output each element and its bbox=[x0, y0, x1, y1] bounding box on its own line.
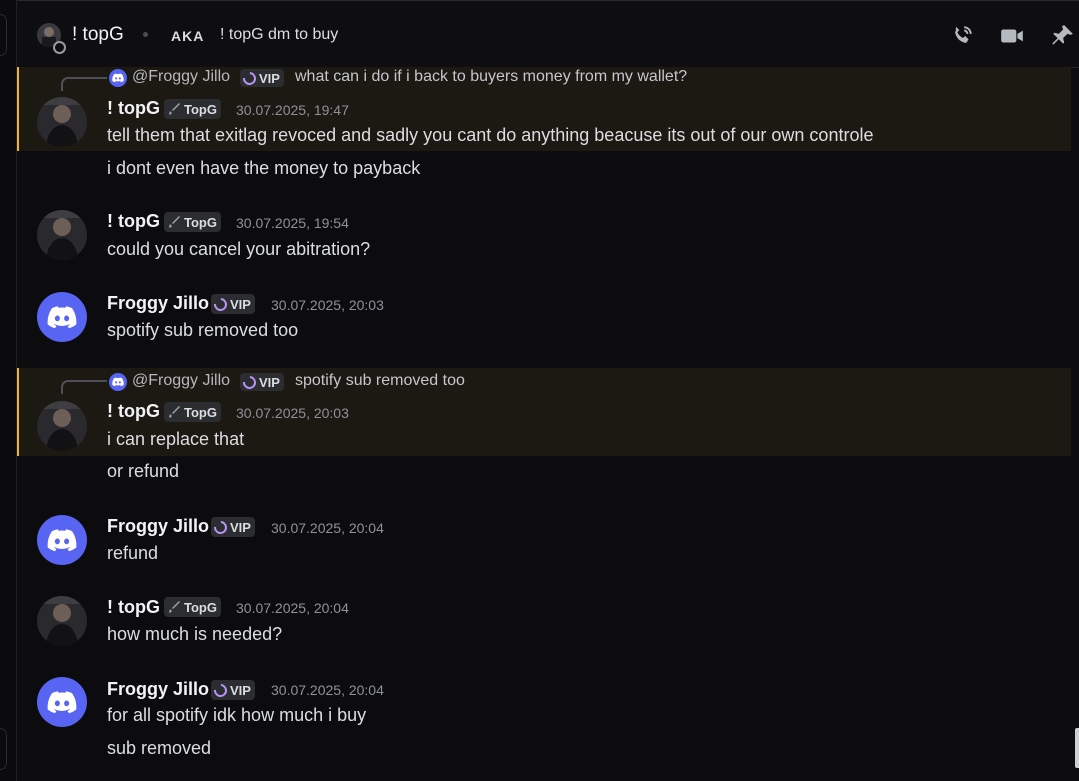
phone-call-icon[interactable] bbox=[949, 23, 975, 49]
message-text: or refund bbox=[107, 461, 180, 481]
reply-spine bbox=[61, 77, 107, 91]
aka-label: AKA bbox=[171, 28, 205, 44]
discord-logo-icon bbox=[47, 690, 77, 713]
vip-tag[interactable]: VIP bbox=[240, 372, 284, 392]
reply-preview-text[interactable]: spotify sub removed too bbox=[295, 372, 465, 390]
message-list: @Froggy Jillo VIP what can i do if i bac… bbox=[17, 67, 1079, 781]
vip-badge-icon bbox=[211, 680, 230, 700]
author-name[interactable]: Froggy Jillo bbox=[107, 516, 209, 537]
vip-badge-icon bbox=[211, 517, 230, 537]
reply-avatar[interactable] bbox=[109, 69, 127, 87]
dm-header: ! topG AKA ! topG dm to buy bbox=[17, 0, 1079, 68]
reply-spine bbox=[61, 380, 107, 394]
vip-badge-icon bbox=[240, 372, 259, 392]
sword-icon bbox=[167, 600, 181, 614]
vip-badge-icon bbox=[211, 294, 230, 314]
sword-icon bbox=[167, 215, 181, 229]
topg-tag[interactable]: TopG bbox=[164, 99, 221, 119]
author-name[interactable]: ! topG bbox=[107, 98, 160, 119]
header-separator-dot bbox=[143, 32, 148, 37]
vip-tag[interactable]: VIP bbox=[240, 68, 284, 88]
message-text: for all spotify idk how much i buy bbox=[107, 705, 367, 725]
sword-icon bbox=[167, 405, 181, 419]
topg-tag[interactable]: TopG bbox=[164, 402, 221, 422]
author-name[interactable]: Froggy Jillo bbox=[107, 679, 209, 700]
timestamp[interactable]: 30.07.2025, 19:47 bbox=[236, 102, 349, 118]
vip-badge-icon bbox=[240, 68, 259, 88]
avatar[interactable] bbox=[37, 677, 87, 727]
vip-tag[interactable]: VIP bbox=[211, 517, 255, 537]
topg-tag[interactable]: TopG bbox=[164, 212, 221, 232]
avatar[interactable] bbox=[37, 401, 87, 451]
message-text: could you cancel your abitration? bbox=[107, 239, 371, 259]
timestamp[interactable]: 30.07.2025, 20:04 bbox=[236, 600, 349, 616]
avatar[interactable] bbox=[37, 292, 87, 342]
timestamp[interactable]: 30.07.2025, 20:03 bbox=[271, 297, 384, 313]
pin-icon[interactable] bbox=[1049, 23, 1075, 49]
timestamp[interactable]: 30.07.2025, 20:04 bbox=[271, 682, 384, 698]
timestamp[interactable]: 30.07.2025, 20:04 bbox=[271, 520, 384, 536]
sword-icon bbox=[167, 102, 181, 116]
author-name[interactable]: Froggy Jillo bbox=[107, 293, 209, 314]
timestamp[interactable]: 30.07.2025, 19:54 bbox=[236, 215, 349, 231]
author-name[interactable]: ! topG bbox=[107, 401, 160, 422]
message-text: tell them that exitlag revoced and sadly… bbox=[107, 125, 874, 145]
vip-tag[interactable]: VIP bbox=[211, 294, 255, 314]
message-text: spotify sub removed too bbox=[107, 320, 299, 340]
avatar[interactable] bbox=[37, 515, 87, 565]
offline-status-icon bbox=[53, 41, 66, 54]
message-text: i can replace that bbox=[107, 429, 245, 449]
sidebar-scroll-handle[interactable] bbox=[0, 14, 7, 56]
reply-author[interactable]: @Froggy Jillo bbox=[132, 68, 230, 86]
reply-author[interactable]: @Froggy Jillo bbox=[132, 372, 230, 390]
avatar[interactable] bbox=[37, 596, 87, 646]
reply-avatar[interactable] bbox=[109, 373, 127, 391]
discord-logo-icon bbox=[47, 305, 77, 328]
message-text: i dont even have the money to payback bbox=[107, 158, 421, 178]
sidebar-scroll-handle-lower[interactable] bbox=[0, 728, 7, 770]
header-user-name[interactable]: ! topG bbox=[72, 24, 124, 46]
video-call-icon[interactable] bbox=[999, 23, 1025, 49]
server-sidebar-edge bbox=[0, 0, 17, 781]
reply-preview-text[interactable]: what can i do if i back to buyers money … bbox=[295, 68, 687, 86]
discord-logo-icon bbox=[47, 528, 77, 551]
author-name[interactable]: ! topG bbox=[107, 597, 160, 618]
avatar[interactable] bbox=[37, 97, 87, 147]
vip-tag[interactable]: VIP bbox=[211, 680, 255, 700]
message-text: sub removed bbox=[107, 738, 212, 758]
message-text: how much is needed? bbox=[107, 624, 283, 644]
avatar[interactable] bbox=[37, 210, 87, 260]
message-text: refund bbox=[107, 543, 159, 563]
aka-value: ! topG dm to buy bbox=[220, 26, 339, 43]
author-name[interactable]: ! topG bbox=[107, 211, 160, 232]
timestamp[interactable]: 30.07.2025, 20:03 bbox=[236, 405, 349, 421]
topg-tag[interactable]: TopG bbox=[164, 597, 221, 617]
